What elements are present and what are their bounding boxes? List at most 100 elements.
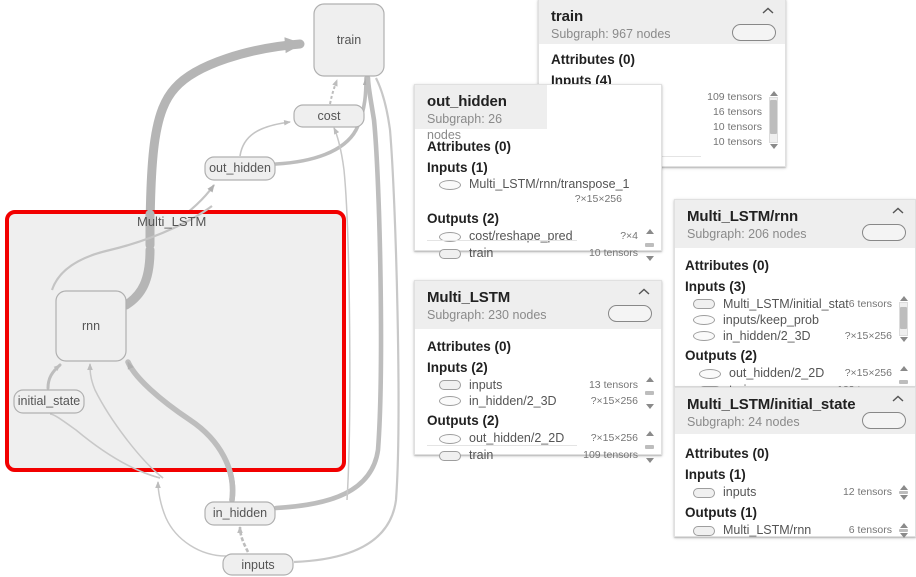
node-in_hidden[interactable] [204, 501, 276, 526]
scroll-up-icon[interactable] [645, 431, 654, 436]
scroll-up-icon[interactable] [645, 229, 654, 234]
scroll-down-icon[interactable] [645, 404, 654, 409]
inputs-scrollbar[interactable] [768, 91, 779, 149]
node-inputs[interactable] [222, 553, 294, 576]
io-value: 12 tensors [842, 486, 892, 498]
list-item[interactable]: train 109 tensors [427, 447, 641, 464]
node-initial_state[interactable] [13, 389, 85, 414]
io-shape-row: ?×15×256 [427, 192, 641, 207]
node-out_hidden[interactable] [204, 156, 276, 181]
scroll-track[interactable] [769, 97, 778, 143]
outputs-list: Multi_LSTM/rnn 6 tensors [685, 522, 911, 539]
scroll-thumb[interactable] [645, 445, 654, 449]
inputs-scrollbar[interactable] [898, 296, 909, 342]
node-cost[interactable] [293, 104, 365, 128]
chevron-up-icon[interactable] [637, 287, 651, 297]
attributes-header: Attributes (0) [427, 339, 511, 354]
node-shape-toggle[interactable] [862, 412, 906, 429]
card-header[interactable]: Multi_LSTM/initial_state Subgraph: 24 no… [675, 388, 915, 434]
graph-canvas[interactable]: train cost out_hidden rnn initial_state … [0, 0, 412, 577]
card-header[interactable]: out_hidden Subgraph: 26 nodes [415, 85, 547, 142]
chevron-up-icon[interactable] [891, 206, 905, 216]
scroll-down-icon[interactable] [645, 458, 654, 463]
scroll-up-icon[interactable] [769, 91, 778, 96]
inputs-list: inputs 12 tensors [685, 484, 911, 501]
scroll-up-icon[interactable] [899, 366, 908, 371]
io-value: ?×15×256 [590, 394, 638, 407]
scroll-thumb[interactable] [645, 391, 654, 395]
info-card-out-hidden[interactable]: out_hidden Subgraph: 26 nodes Attributes… [414, 84, 662, 261]
scroll-up-icon[interactable] [899, 485, 908, 490]
node-train[interactable] [313, 3, 385, 77]
scroll-track[interactable] [645, 235, 654, 255]
scroll-track[interactable] [645, 383, 654, 403]
subgraph-node-icon [439, 450, 461, 461]
scroll-thumb[interactable] [770, 100, 777, 134]
scroll-thumb[interactable] [900, 307, 907, 329]
list-item[interactable]: Multi_LSTM/rnn 6 tensors [685, 522, 895, 539]
list-item[interactable]: in_hidden/2_3D ?×15×256 [427, 393, 641, 409]
chevron-up-icon[interactable] [761, 6, 775, 16]
inputs-scrollbar[interactable] [644, 377, 655, 409]
attributes-header: Attributes (0) [685, 446, 769, 461]
node-rnn[interactable] [55, 290, 127, 362]
outputs-scrollbar[interactable] [644, 431, 655, 463]
scroll-up-icon[interactable] [899, 296, 908, 301]
subgraph-node-icon [693, 525, 715, 536]
scroll-thumb[interactable] [645, 243, 654, 247]
scroll-up-icon[interactable] [899, 523, 908, 528]
scroll-track[interactable] [645, 437, 654, 457]
node-shape-toggle[interactable] [862, 224, 906, 241]
io-value: ?×15×256 [844, 329, 892, 342]
info-card-multi-lstm-rnn[interactable]: Multi_LSTM/rnn Subgraph: 206 nodes Attri… [674, 199, 916, 398]
outputs-scrollbar[interactable] [898, 523, 909, 538]
outputs-header: Outputs (2) [685, 348, 757, 363]
node-shape-toggle[interactable] [732, 24, 776, 41]
scroll-down-icon[interactable] [769, 144, 778, 149]
scroll-thumb[interactable] [899, 491, 908, 494]
list-item[interactable]: cost/reshape_pred ?×4 [427, 228, 641, 245]
card-subtitle: Subgraph: 26 nodes [427, 112, 503, 142]
list-item[interactable]: in_hidden/2_3D ?×15×256 [685, 328, 895, 344]
scroll-down-icon[interactable] [899, 495, 908, 500]
list-item[interactable]: Multi_LSTM/initial_state 6 tensors [685, 296, 895, 312]
chevron-up-icon[interactable] [891, 394, 905, 404]
op-node-icon [439, 179, 461, 190]
node-shape-toggle[interactable] [608, 305, 652, 322]
card-title: train [551, 8, 584, 25]
scroll-thumb[interactable] [899, 380, 908, 384]
io-name: inputs/keep_prob [723, 312, 819, 327]
card-header[interactable]: Multi_LSTM Subgraph: 230 nodes [415, 281, 661, 329]
io-name: in_hidden/2_3D [469, 393, 557, 408]
list-item[interactable]: inputs/keep_prob [685, 312, 895, 328]
subgraph-node-icon [693, 299, 715, 309]
list-item[interactable]: Multi_LSTM/rnn/transpose_1 [427, 177, 641, 192]
scroll-track[interactable] [899, 529, 908, 532]
io-name: train [469, 246, 494, 260]
inputs-scrollbar[interactable] [898, 485, 909, 500]
info-card-multi-lstm[interactable]: Multi_LSTM Subgraph: 230 nodes Attribute… [414, 280, 662, 463]
scroll-up-icon[interactable] [645, 377, 654, 382]
list-item[interactable]: inputs 12 tensors [685, 484, 895, 501]
card-header[interactable]: Multi_LSTM/rnn Subgraph: 206 nodes [675, 200, 915, 248]
list-item[interactable]: inputs 13 tensors [427, 377, 641, 393]
scroll-thumb[interactable] [899, 529, 908, 532]
scroll-down-icon[interactable] [899, 533, 908, 538]
edge-inputs-to-inhidden [237, 526, 250, 553]
graph-svg[interactable] [0, 0, 412, 577]
info-card-multi-lstm-initial-state[interactable]: Multi_LSTM/initial_state Subgraph: 24 no… [674, 387, 916, 539]
scroll-down-icon[interactable] [899, 337, 908, 342]
inputs-header: Inputs (2) [427, 360, 488, 375]
scroll-down-icon[interactable] [645, 256, 654, 261]
subgraph-node-icon [439, 248, 461, 259]
scroll-track[interactable] [899, 491, 908, 494]
card-header[interactable]: train Subgraph: 967 nodes [539, 0, 785, 44]
list-item[interactable]: train 10 tensors [427, 245, 641, 262]
io-name: Multi_LSTM/initial_state [723, 296, 849, 311]
outputs-scrollbar[interactable] [644, 229, 655, 261]
card-footer-rule [427, 445, 577, 446]
scroll-track[interactable] [899, 302, 908, 336]
list-item[interactable]: out_hidden/2_2D ?×15×256 [685, 365, 895, 382]
inputs-header: Inputs (3) [685, 279, 746, 294]
inputs-list: Multi_LSTM/rnn/transpose_1 ?×15×256 [427, 177, 657, 207]
